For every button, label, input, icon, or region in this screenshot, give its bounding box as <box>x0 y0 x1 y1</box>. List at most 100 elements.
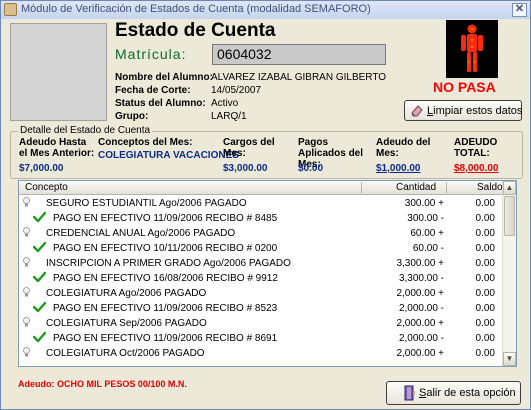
student-status-label: Status del Alumno: <box>115 98 206 109</box>
clear-data-label: Limpiar estos datos <box>427 105 523 117</box>
exit-door-icon <box>404 385 416 404</box>
month-concepts-value: COLEGIATURA VACACIONES <box>98 150 239 161</box>
clear-data-button[interactable]: Limpiar estos datos <box>404 100 522 121</box>
table-row[interactable]: PAGO EN EFECTIVO 11/09/2006 RECIBO # 852… <box>19 301 503 316</box>
student-name-value: ALVAREZ IZABAL GIBRAN GILBERTO <box>211 72 387 83</box>
row-saldo: 0.00 <box>475 348 495 359</box>
row-saldo: 0.00 <box>475 228 495 239</box>
app-window: Módulo de Verificación de Estados de Cue… <box>0 0 531 410</box>
cutoff-date-label: Fecha de Corte: <box>115 85 191 96</box>
table-row[interactable]: COLEGIATURA Ago/2006 PAGADO 2,000.00 + 0.0… <box>19 286 503 301</box>
row-saldo: 0.00 <box>475 198 495 209</box>
header-saldo[interactable]: Saldo <box>477 182 503 193</box>
row-concepto: CREDENCIAL ANUAL Ago/2006 PAGADO <box>46 228 236 239</box>
lightbulb-icon <box>23 347 30 357</box>
cutoff-date-value: 14/05/2007 <box>211 85 262 96</box>
row-cantidad: 2,000.00 - <box>398 333 444 344</box>
month-concepts-label: Conceptos del Mes: <box>98 137 193 148</box>
lightbulb-icon <box>23 257 30 267</box>
row-saldo: 0.00 <box>475 258 495 269</box>
row-cantidad: 60.00 + <box>410 228 444 239</box>
exit-label: Salir de esta opción <box>419 387 516 399</box>
total-debt-value: $8,000.00 <box>454 163 499 174</box>
row-concepto: COLEGIATURA Oct/2006 PAGADO <box>46 348 205 359</box>
month-charges-value: $3,000.00 <box>223 163 268 174</box>
table-row[interactable]: PAGO EN EFECTIVO 11/09/2006 RECIBO # 848… <box>19 211 503 226</box>
table-row[interactable]: SEGURO ESTUDIANTIL Ago/2006 PAGADO 300.00… <box>19 196 503 211</box>
month-payments-value: $0.00 <box>298 163 324 174</box>
row-concepto: PAGO EN EFECTIVO 11/09/2006 RECIBO # 852… <box>53 303 278 314</box>
header-cantidad[interactable]: Cantidad <box>396 182 436 193</box>
scroll-thumb[interactable] <box>504 196 515 236</box>
cutoff-date-row: Fecha de Corte: 14/05/2007 <box>115 85 261 96</box>
row-cantidad: 2,000.00 + <box>396 288 444 299</box>
student-status-value: Activo <box>211 98 239 109</box>
row-cantidad: 3,300.00 - <box>398 273 444 284</box>
row-concepto: INSCRIPCION A PRIMER GRADO Ago/2006 PAGA… <box>46 258 291 269</box>
lightbulb-icon <box>23 227 30 237</box>
table-row[interactable]: COLEGIATURA Sep/2006 PAGADO 2,000.00 + 0.0… <box>19 316 503 331</box>
vertical-scrollbar[interactable]: ▲ ▼ <box>502 181 516 366</box>
lightbulb-icon <box>23 317 30 327</box>
row-cantidad: 2,000.00 + <box>396 318 444 329</box>
table-header: Concepto Cantidad Saldo <box>19 181 503 195</box>
window-title: Módulo de Verificación de Estados de Cue… <box>21 3 371 15</box>
scroll-down-icon[interactable]: ▼ <box>503 352 516 366</box>
app-icon <box>4 3 17 16</box>
group-label: Grupo: <box>115 111 149 122</box>
group-row: Grupo: LARQ/1 <box>115 111 247 122</box>
row-saldo: 0.00 <box>475 213 495 224</box>
student-photo <box>10 23 107 121</box>
row-cantidad: 60.00 - <box>412 243 444 254</box>
previous-debt-label: Adeudo Hasta el Mes Anterior: <box>19 137 95 159</box>
checkmark-icon <box>32 241 47 253</box>
lightbulb-icon <box>23 197 30 207</box>
row-cantidad: 2,000.00 + <box>396 348 444 359</box>
row-saldo: 0.00 <box>475 333 495 344</box>
row-concepto: COLEGIATURA Ago/2006 PAGADO <box>46 288 207 299</box>
header-divider[interactable] <box>446 182 447 193</box>
matricula-field[interactable]: 0604032 <box>212 44 386 65</box>
row-concepto: PAGO EN EFECTIVO 11/09/2006 RECIBO # 848… <box>53 213 278 224</box>
table-row[interactable]: PAGO EN EFECTIVO 10/11/2006 RECIBO # 020… <box>19 241 503 256</box>
exit-button[interactable]: Salir de esta opción <box>386 381 521 405</box>
row-concepto: PAGO EN EFECTIVO 10/11/2006 RECIBO # 020… <box>53 243 278 254</box>
matricula-label: Matrícula: <box>115 46 187 62</box>
header-concepto[interactable]: Concepto <box>25 182 68 193</box>
table-row[interactable]: CREDENCIAL ANUAL Ago/2006 PAGADO 60.00 + 0… <box>19 226 503 241</box>
month-charges-label: Cargos del Mes: <box>223 137 275 159</box>
row-concepto: PAGO EN EFECTIVO 16/08/2006 RECIBO # 991… <box>53 273 278 284</box>
table-row[interactable]: PAGO EN EFECTIVO 16/08/2006 RECIBO # 991… <box>19 271 503 286</box>
close-button[interactable]: ✕ <box>512 3 527 17</box>
student-name-label: Nombre del Alumno: <box>115 72 213 83</box>
row-concepto: PAGO EN EFECTIVO 11/09/2006 RECIBO # 869… <box>53 333 278 344</box>
total-debt-label: ADEUDO TOTAL: <box>454 137 498 159</box>
group-value: LARQ/1 <box>211 111 247 122</box>
lightbulb-icon <box>23 287 30 297</box>
previous-debt-value: $7,000.00 <box>19 163 64 174</box>
title-bar[interactable]: Módulo de Verificación de Estados de Cue… <box>1 1 530 19</box>
concepts-table[interactable]: Concepto Cantidad Saldo SEGURO ESTUDIANT… <box>18 180 517 367</box>
table-row[interactable]: INSCRIPCION A PRIMER GRADO Ago/2006 PAGA… <box>19 256 503 271</box>
checkmark-icon <box>32 331 47 343</box>
table-row[interactable]: COLEGIATURA Oct/2006 PAGADO 2,000.00 + 0.0… <box>19 346 503 361</box>
row-saldo: 0.00 <box>475 273 495 284</box>
row-cantidad: 300.00 - <box>407 213 444 224</box>
table-row[interactable]: PAGO EN EFECTIVO 11/09/2006 RECIBO # 869… <box>19 331 503 346</box>
row-cantidad: 2,000.00 - <box>398 303 444 314</box>
row-saldo: 0.00 <box>475 288 495 299</box>
student-status-row: Status del Alumno: Activo <box>115 98 238 109</box>
row-saldo: 0.00 <box>475 318 495 329</box>
student-name-row: Nombre del Alumno:ALVAREZ IZABAL GIBRAN … <box>115 72 386 83</box>
month-debt-value: $1,000.00 <box>376 163 421 174</box>
status-badge: NO PASA <box>433 79 496 95</box>
row-saldo: 0.00 <box>475 243 495 254</box>
header-divider[interactable] <box>361 182 362 193</box>
scroll-up-icon[interactable]: ▲ <box>503 181 516 195</box>
page-title: Estado de Cuenta <box>115 20 276 41</box>
row-concepto: COLEGIATURA Sep/2006 PAGADO <box>46 318 207 329</box>
debt-amount-text: Adeudo: OCHO MIL PESOS 00/100 M.N. <box>18 379 187 389</box>
account-detail-title: Detalle del Estado de Cuenta <box>18 125 153 136</box>
row-concepto: SEGURO ESTUDIANTIL Ago/2006 PAGADO <box>46 198 247 209</box>
eraser-icon <box>410 104 424 120</box>
